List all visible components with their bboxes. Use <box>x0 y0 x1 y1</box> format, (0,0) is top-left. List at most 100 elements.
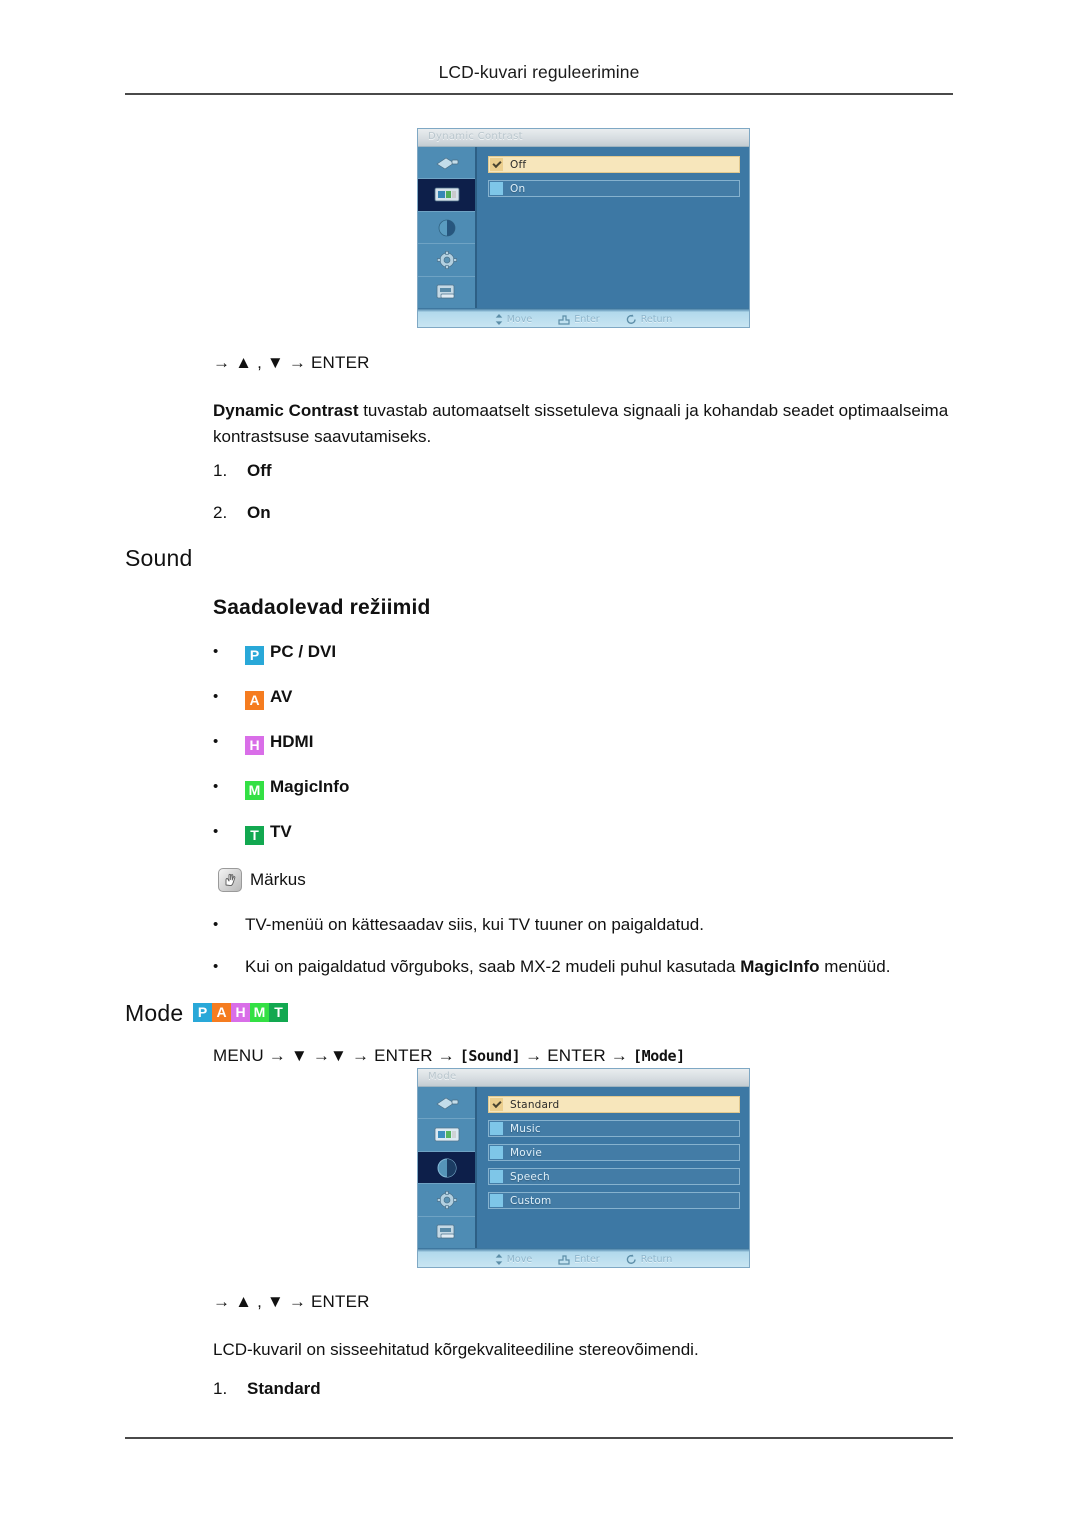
badge-a-icon: A <box>245 691 264 710</box>
note-text: TV-menüü on kättesaadav siis, kui TV tuu… <box>245 915 704 934</box>
note-text-bold: MagicInfo <box>740 957 820 976</box>
mode-description: LCD-kuvaril on sisseehitatud kõrgekvalit… <box>213 1340 699 1359</box>
list-item: 1. Off <box>213 461 272 481</box>
list-number: 1. <box>213 1379 228 1398</box>
osd-sidebar-icon-input-jack[interactable] <box>418 1087 475 1120</box>
note-title: Märkus <box>250 870 306 889</box>
mode-label: MagicInfo <box>270 777 350 796</box>
osd-option-label: Off <box>510 158 527 171</box>
badge-h-icon: H <box>245 736 264 755</box>
dynamic-contrast-description: Dynamic Contrast tuvastab automaatselt s… <box>213 398 953 450</box>
mode-label: HDMI <box>270 732 314 751</box>
osd-option-label: Custom <box>510 1194 552 1207</box>
osd-option-label: Speech <box>510 1170 550 1183</box>
mode-bullet-av: • A AV <box>213 687 292 710</box>
list-number: 2. <box>213 503 228 522</box>
osd-option-row[interactable]: Music <box>488 1120 740 1137</box>
osd-sidebar-icon-picture[interactable] <box>418 1119 475 1152</box>
list-label: Standard <box>247 1379 321 1398</box>
osd-option-row[interactable]: Off <box>488 156 740 173</box>
badge-p-icon: P <box>245 646 264 665</box>
osd-title-text: Mode <box>428 1071 457 1082</box>
mode-label: PC / DVI <box>270 642 337 661</box>
osd-option-label: Movie <box>510 1146 543 1159</box>
list-item: 2. On <box>213 503 271 523</box>
badge-p-icon: P <box>193 1003 212 1022</box>
osd-footer-label: Return <box>640 313 673 325</box>
list-item: 1. Standard <box>213 1379 321 1399</box>
badge-t-icon: T <box>245 826 264 845</box>
osd-body: Standard Music Movie Speech Custom <box>418 1087 749 1248</box>
check-icon <box>490 158 503 171</box>
osd-mode: Mode Standard Music Movie Speech Custom … <box>417 1068 750 1268</box>
mode-bullet-pc-dvi: • P PC / DVI <box>213 642 336 665</box>
mode-bullet-magicinfo: • M MagicInfo <box>213 777 349 800</box>
osd-option-label: Standard <box>510 1098 560 1111</box>
badge-a-icon: A <box>212 1003 231 1022</box>
osd-footer-label: Enter <box>574 1253 600 1265</box>
osd-option-row[interactable]: Custom <box>488 1192 740 1209</box>
bullet-dot: • <box>213 778 219 795</box>
return-loop-icon <box>626 1253 636 1264</box>
nav-line-dynamic-contrast: → ▲ , ▼ → ENTER <box>213 353 370 372</box>
nav-part-2: → ENTER → <box>520 1046 633 1065</box>
move-updown-icon <box>495 313 503 325</box>
osd-option-row[interactable]: Speech <box>488 1168 740 1185</box>
check-icon <box>490 1170 503 1183</box>
badge-h-icon: H <box>231 1003 250 1022</box>
osd-title-bar: Dynamic Contrast <box>418 129 749 147</box>
osd-sidebar-icon-sound[interactable] <box>418 1151 475 1185</box>
return-loop-icon <box>626 313 636 324</box>
bullet-dot: • <box>213 916 219 933</box>
osd-option-row[interactable]: Movie <box>488 1144 740 1161</box>
osd-footer-move: Move <box>495 313 533 325</box>
check-icon <box>490 1098 503 1111</box>
osd-sidebar-icon-setup[interactable] <box>418 244 475 277</box>
badge-m-icon: M <box>250 1003 269 1022</box>
section-heading-sound: Sound <box>125 545 193 571</box>
osd-sidebar-icon-picture[interactable] <box>418 179 475 212</box>
nav-line-mode-enter: → ▲ , ▼ → ENTER <box>213 1292 370 1311</box>
move-updown-icon <box>495 1253 503 1265</box>
footer-divider <box>125 1437 953 1439</box>
osd-title-text: Dynamic Contrast <box>428 131 523 142</box>
osd-sidebar <box>418 147 477 308</box>
bullet-dot: • <box>213 688 219 705</box>
osd-footer-enter: Enter <box>558 1254 600 1265</box>
osd-footer-label: Move <box>506 313 533 325</box>
nav-line-mode: MENU → ▼ →▼ → ENTER → [Sound] → ENTER → … <box>213 1046 685 1066</box>
header-divider <box>125 93 953 95</box>
osd-footer-move: Move <box>495 1253 533 1265</box>
badge-t-icon: T <box>269 1003 288 1022</box>
mode-badge-row: PAHMT <box>193 1001 288 1022</box>
osd-sidebar-icon-multi-control[interactable] <box>418 277 475 308</box>
mode-bullet-tv: • T TV <box>213 822 292 845</box>
list-label: On <box>247 503 271 522</box>
bullet-dot: • <box>213 733 219 750</box>
note-text-post: menüüd. <box>819 957 891 976</box>
osd-sidebar-icon-setup[interactable] <box>418 1184 475 1217</box>
osd-sidebar-icon-multi-control[interactable] <box>418 1217 475 1248</box>
bullet-dot: • <box>213 643 219 660</box>
check-icon <box>490 1146 503 1159</box>
osd-footer-label: Move <box>506 1253 533 1265</box>
mode-bullet-hdmi: • H HDMI <box>213 732 313 755</box>
osd-footer-enter: Enter <box>558 314 600 325</box>
enter-hand-icon <box>558 1254 570 1265</box>
osd-options-area: Standard Music Movie Speech Custom <box>477 1087 749 1248</box>
osd-option-row[interactable]: On <box>488 180 740 197</box>
osd-sidebar-icon-sound[interactable] <box>418 212 475 245</box>
note-bullet-network-box: • Kui on paigaldatud võrguboks, saab MX-2… <box>213 957 890 977</box>
nav-box-sound: [Sound] <box>459 1047 521 1065</box>
badge-m-icon: M <box>245 781 264 800</box>
osd-option-row[interactable]: Standard <box>488 1096 740 1113</box>
osd-sidebar-icon-input-jack[interactable] <box>418 147 475 180</box>
list-label: Off <box>247 461 272 480</box>
osd-footer-bar: Move Enter Return <box>418 308 749 327</box>
osd-option-label: On <box>510 182 526 195</box>
osd-dynamic-contrast: Dynamic Contrast Off On Move Enter Retur… <box>417 128 750 328</box>
osd-sidebar <box>418 1087 477 1248</box>
osd-option-label: Music <box>510 1122 541 1135</box>
osd-footer-label: Enter <box>574 313 600 325</box>
subsection-heading-available-modes: Saadaolevad režiimid <box>213 596 431 619</box>
